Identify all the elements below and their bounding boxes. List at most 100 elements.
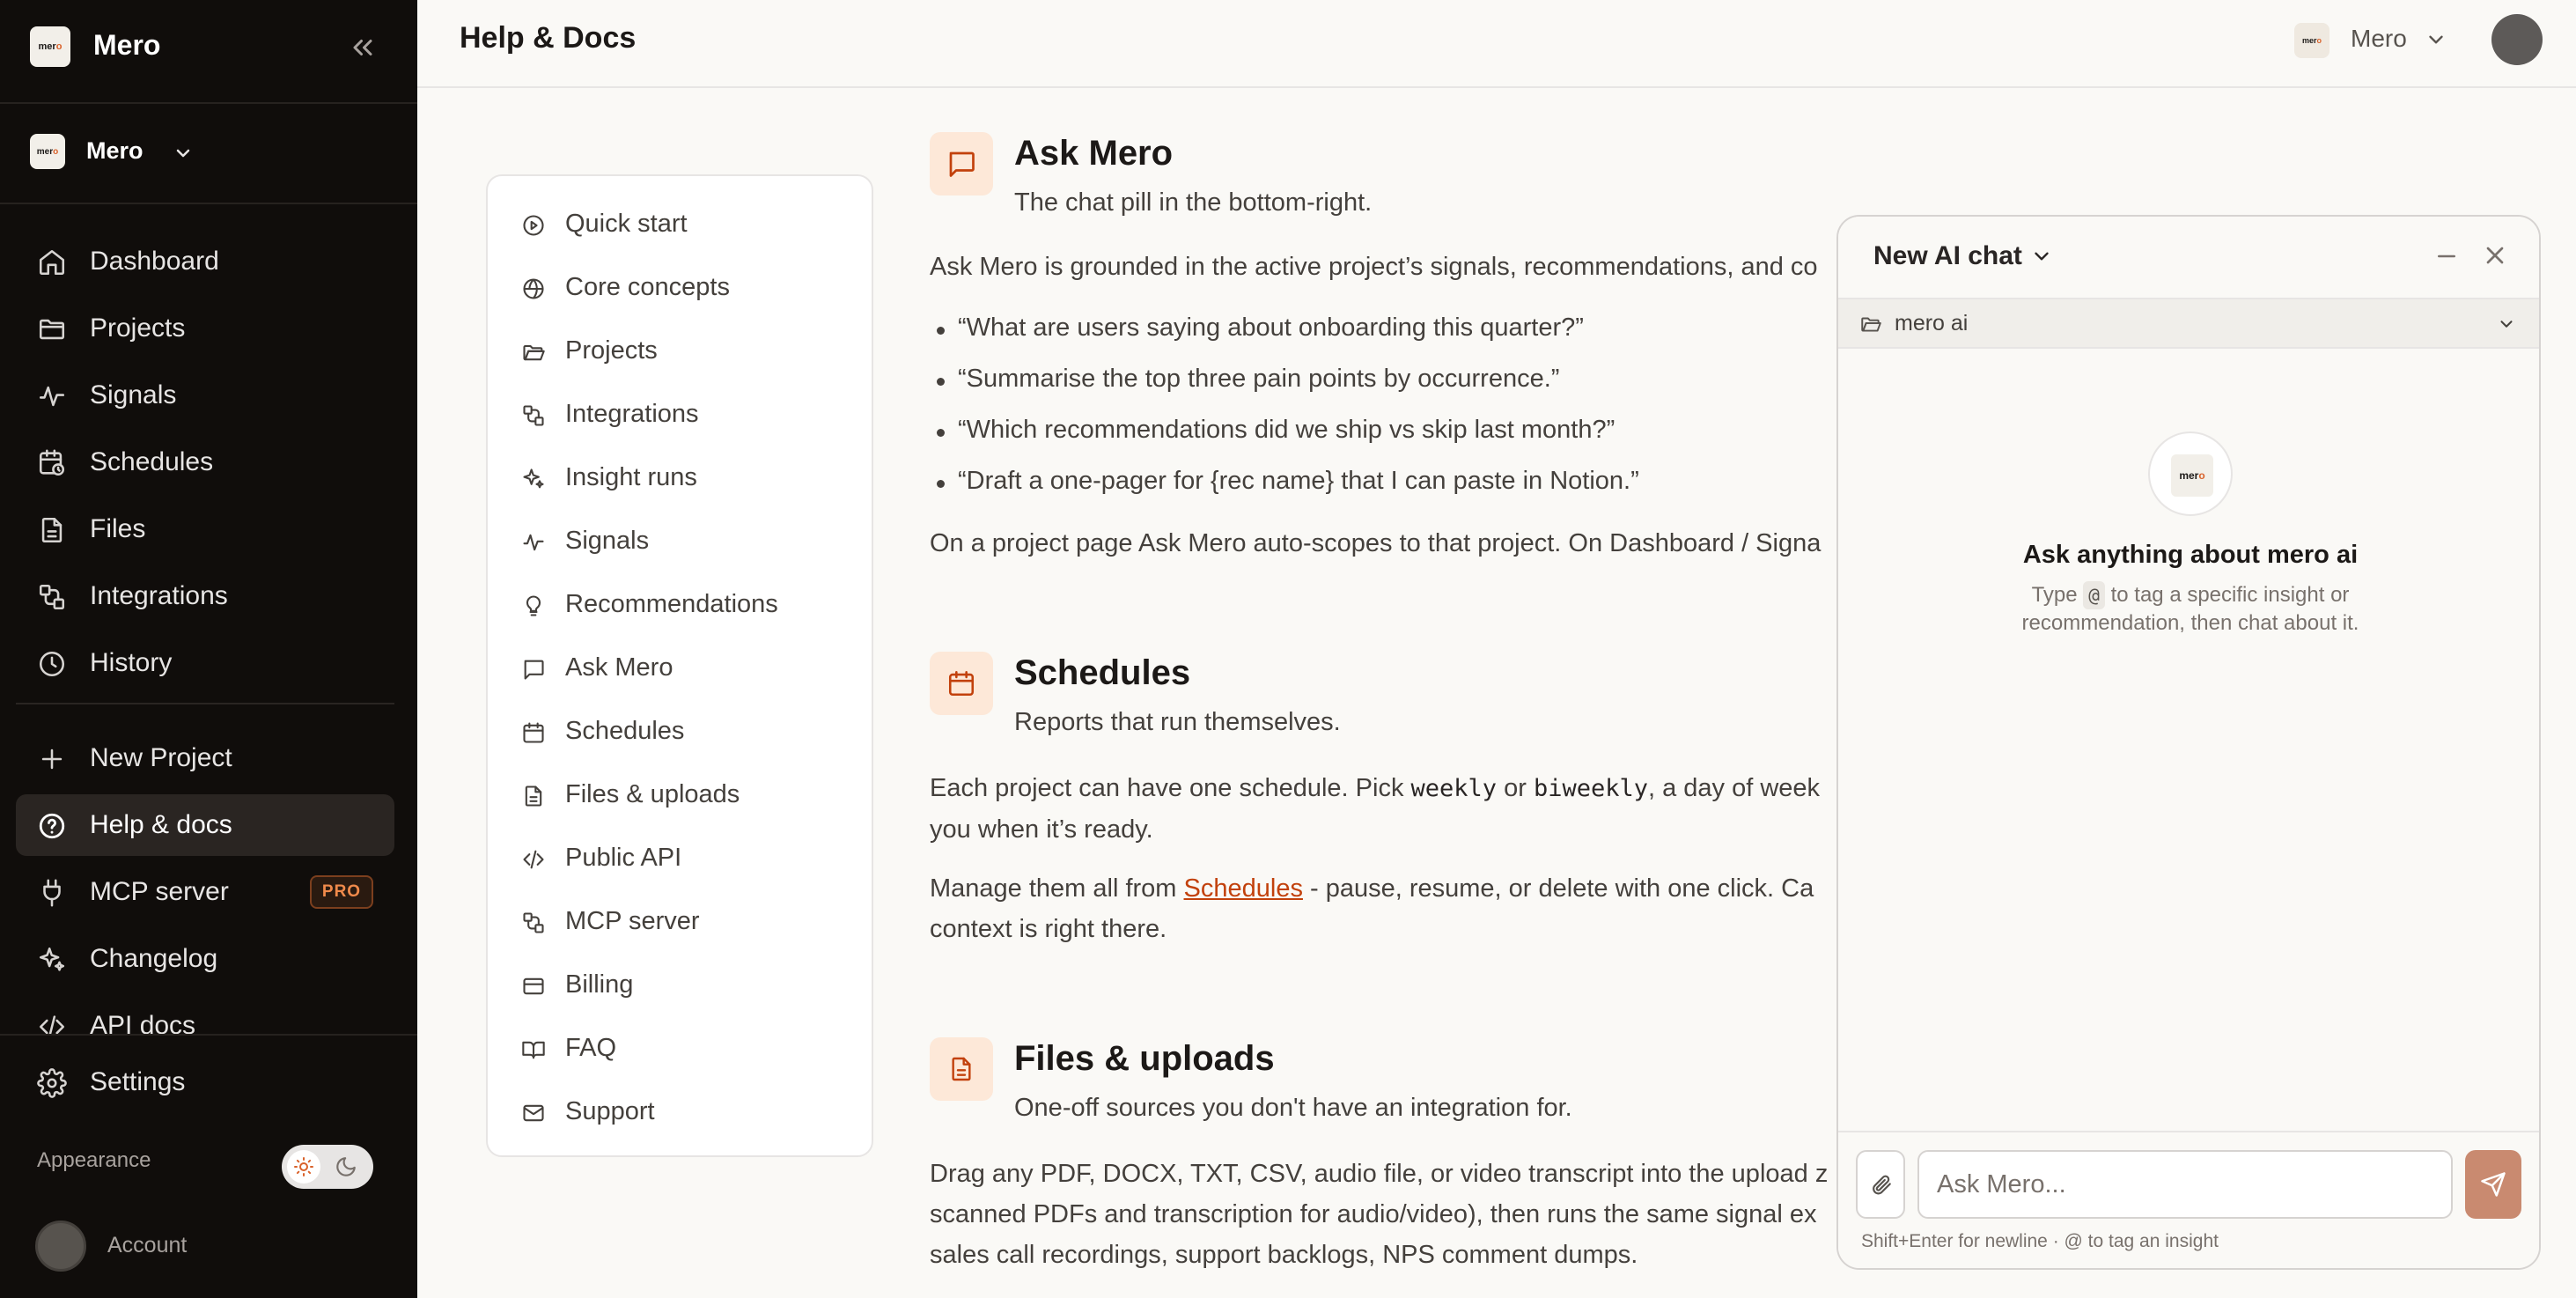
calendar-icon [930, 652, 993, 715]
sidebar-item-label: History [90, 648, 173, 677]
sidebar-item-files[interactable]: Files [16, 498, 394, 560]
toc-item-recommendations[interactable]: Recommendations [488, 578, 875, 631]
sidebar-item-new-project[interactable]: New Project [16, 727, 394, 789]
sidebar-item-settings[interactable]: Settings [16, 1051, 394, 1113]
sidebar-item-help-docs[interactable]: Help & docs [16, 794, 394, 856]
workspace-switcher[interactable]: Mero [2351, 25, 2407, 53]
chat-scope-label: mero ai [1895, 311, 1969, 336]
sidebar: mer o Mero mer o Mero Dashboard Projects S… [0, 0, 417, 1298]
globe-icon [521, 277, 546, 301]
pro-badge: PRO [310, 875, 373, 909]
workspace-switcher[interactable]: mer o Mero [0, 104, 417, 204]
user-avatar[interactable] [2491, 14, 2543, 65]
sparkles-icon [37, 945, 67, 975]
toc-item-label: Ask Mero [565, 653, 673, 682]
mero-logo: mer o [2148, 431, 2233, 516]
toc-item-mcp-server[interactable]: MCP server [488, 895, 875, 948]
plug-icon [521, 911, 546, 935]
toc-item-signals[interactable]: Signals [488, 514, 875, 567]
top-header: Help & Docs mer o Mero [417, 0, 2576, 88]
close-icon[interactable] [2481, 241, 2509, 269]
section-subtitle: One-off sources you don't have an integr… [1014, 1094, 1572, 1122]
chat-scope-selector[interactable]: mero ai [1838, 298, 2539, 349]
toc-item-insight-runs[interactable]: Insight runs [488, 451, 875, 504]
list-item: “What are users saying about onboarding … [937, 313, 1584, 342]
ai-chat-panel: New AI chat mero ai mer o Ask anything ab… [1836, 215, 2541, 1270]
sidebar-divider [16, 703, 394, 704]
sidebar-item-signals[interactable]: Signals [16, 365, 394, 426]
folder-icon [37, 314, 67, 344]
chat-empty-title: Ask anything about mero ai [2022, 541, 2359, 569]
workspace-logo[interactable]: mer o [2294, 23, 2329, 58]
sidebar-item-projects[interactable]: Projects [16, 298, 394, 359]
sparkles-icon [521, 467, 546, 491]
paperclip-icon [1870, 1173, 1893, 1196]
attach-button[interactable] [1856, 1150, 1905, 1219]
lightbulb-icon [521, 594, 546, 618]
activity-icon [521, 530, 546, 555]
toc-item-label: Schedules [565, 717, 685, 745]
list-item: “Summarise the top three pain points by … [936, 365, 1560, 393]
toc-item-label: MCP server [565, 907, 700, 935]
account-avatar[interactable] [35, 1221, 86, 1272]
moon-icon[interactable] [335, 1155, 357, 1178]
collapse-sidebar-icon[interactable] [347, 32, 379, 63]
chat-header: New AI chat [1838, 217, 2539, 298]
chat-title-dropdown[interactable]: New AI chat [1873, 241, 2022, 271]
toc-item-public-api[interactable]: Public API [488, 831, 875, 884]
sidebar-item-changelog[interactable]: Changelog [16, 928, 394, 990]
play-circle-icon [521, 213, 546, 238]
toc-item-faq[interactable]: FAQ [488, 1021, 875, 1074]
message-square-icon [521, 657, 546, 682]
sidebar-item-label: Changelog [90, 944, 218, 973]
toc-item-ask-mero[interactable]: Ask Mero [488, 641, 875, 694]
sidebar-item-label: Dashboard [90, 247, 219, 276]
chevron-down-icon[interactable] [2030, 245, 2053, 268]
paragraph: Each project can have one schedule. Pick… [930, 774, 1821, 844]
sidebar-item-label: Files [90, 514, 146, 543]
sidebar-item-history[interactable]: History [16, 632, 394, 694]
toc-item-projects[interactable]: Projects [488, 324, 875, 377]
schedules-link[interactable]: Schedules [1184, 874, 1303, 903]
file-icon [37, 515, 67, 545]
chat-composer: Shift+Enter for newline · @ to tag an in… [1838, 1131, 2539, 1268]
sidebar-footer: Settings Appearance Account [0, 1034, 417, 1298]
chat-input[interactable] [1917, 1150, 2453, 1219]
toc-item-billing[interactable]: Billing [488, 958, 875, 1011]
section-subtitle: Reports that run themselves. [1014, 708, 1341, 736]
sidebar-item-dashboard[interactable]: Dashboard [16, 231, 394, 292]
section-title-ask-mero: Ask Mero [1014, 134, 1174, 173]
sun-icon[interactable] [287, 1150, 320, 1184]
home-icon [37, 247, 67, 277]
toc-item-support[interactable]: Support [488, 1085, 875, 1138]
minimize-icon[interactable] [2433, 243, 2460, 269]
calendar-icon [521, 720, 546, 745]
chevron-down-icon [2497, 314, 2516, 334]
plug-icon [37, 582, 67, 612]
sidebar-item-label: MCP server [90, 877, 229, 906]
app-logo[interactable]: mer o [30, 26, 70, 67]
sidebar-item-mcp-server[interactable]: MCP server PRO [16, 861, 394, 923]
toc-item-schedules[interactable]: Schedules [488, 704, 875, 757]
toc-item-label: Public API [565, 844, 682, 872]
sidebar-item-label: Settings [90, 1067, 186, 1096]
toc-item-core-concepts[interactable]: Core concepts [488, 261, 875, 313]
toc-item-quick-start[interactable]: Quick start [488, 197, 875, 250]
account-label[interactable]: Account [107, 1233, 187, 1258]
toc-item-label: FAQ [565, 1034, 617, 1062]
app-title: Mero [93, 29, 161, 61]
sidebar-item-integrations[interactable]: Integrations [16, 565, 394, 627]
sidebar-item-label: Integrations [90, 581, 228, 610]
theme-toggle[interactable] [282, 1145, 373, 1189]
list-item: “Draft a one-pager for {rec name} that I… [937, 467, 1639, 495]
toc-item-files-uploads[interactable]: Files & uploads [488, 768, 875, 821]
sidebar-item-schedules[interactable]: Schedules [16, 431, 394, 493]
toc-item-label: Files & uploads [565, 780, 740, 808]
chevron-down-icon[interactable] [2425, 28, 2447, 51]
sidebar-item-label: Help & docs [90, 810, 232, 839]
paragraph: On a project page Ask Mero auto-scopes t… [930, 529, 1822, 557]
send-button[interactable] [2465, 1150, 2521, 1219]
toc-item-integrations[interactable]: Integrations [488, 387, 875, 440]
paragraph: Manage them all from Schedules - pause, … [930, 874, 1814, 943]
workspace-name: Mero [86, 137, 144, 164]
